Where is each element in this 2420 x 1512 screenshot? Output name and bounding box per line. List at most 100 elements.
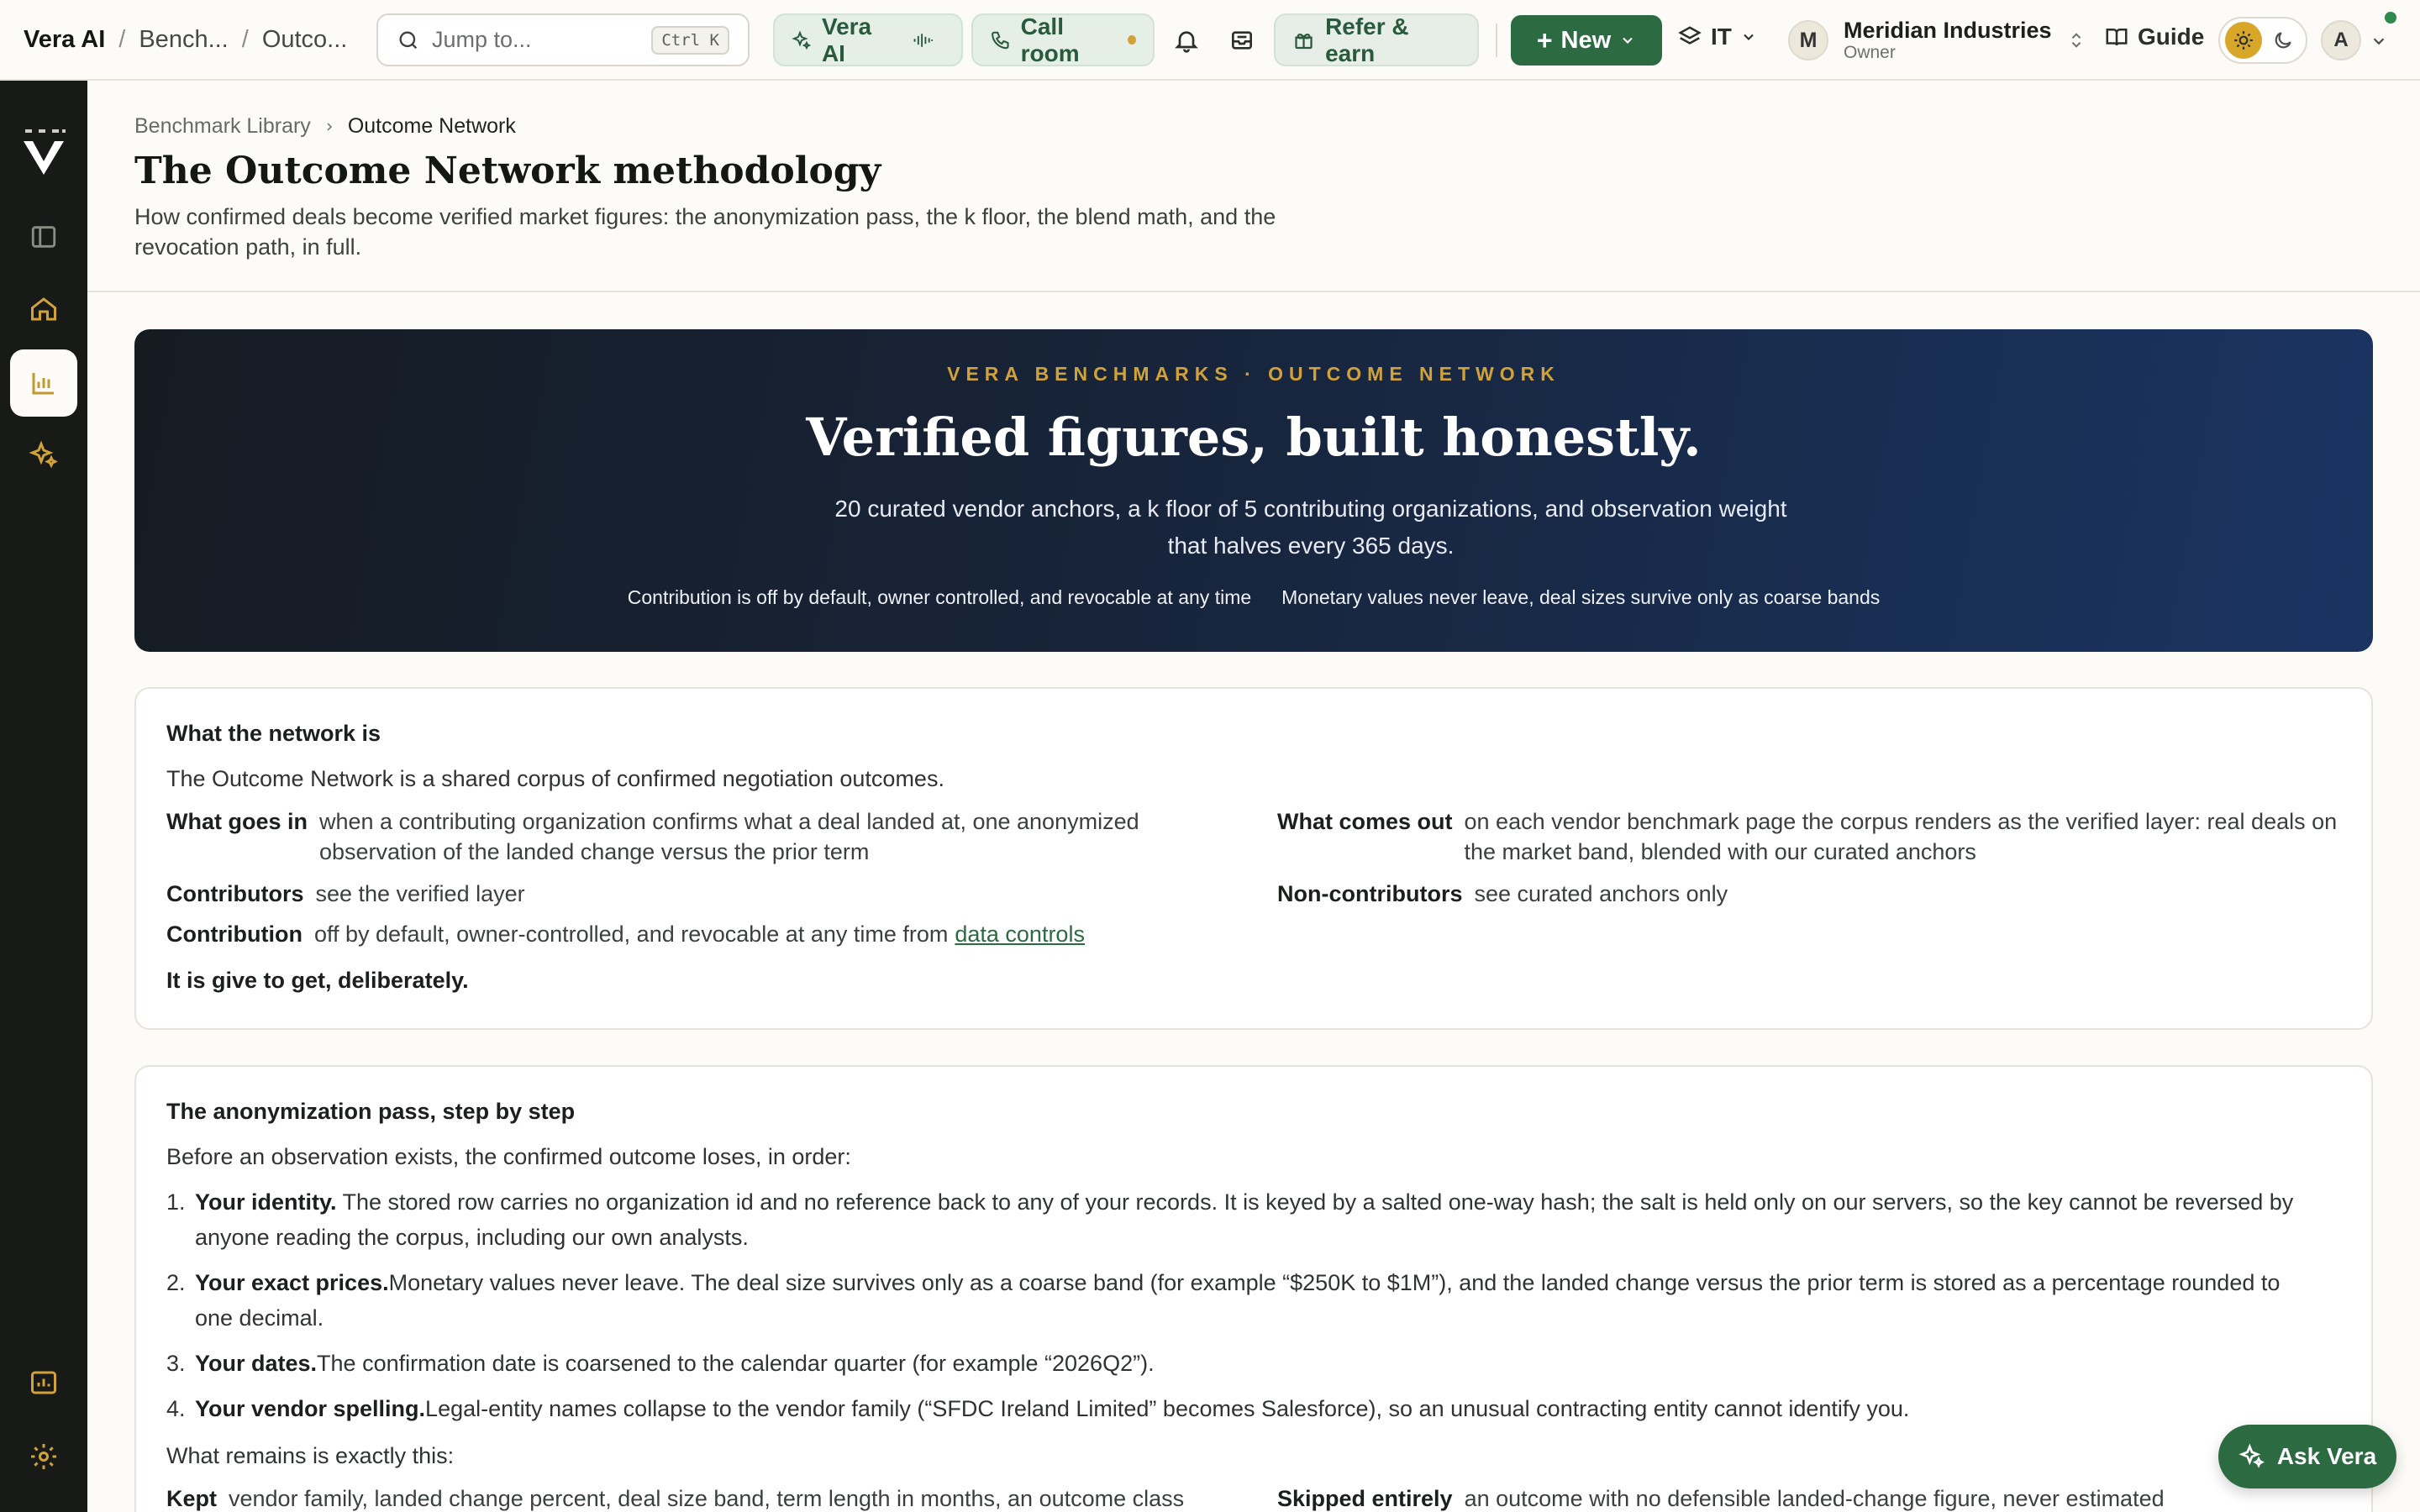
- vera-logo-icon[interactable]: [10, 121, 77, 188]
- moon-icon[interactable]: [2272, 29, 2294, 51]
- card-intro: Before an observation exists, the confir…: [166, 1144, 851, 1169]
- sidebar-toggle-icon[interactable]: [10, 203, 77, 270]
- kv-key: What comes out: [1277, 809, 1453, 834]
- voice-wave-icon[interactable]: [913, 29, 934, 52]
- ask-vera-label: Ask Vera: [2276, 1443, 2377, 1469]
- org-role: Owner: [1844, 43, 1896, 62]
- crumb-benchmark[interactable]: Bench...: [139, 26, 228, 54]
- sparkle-icon: [2238, 1443, 2265, 1468]
- network-card: What the network is The Outcome Network …: [134, 687, 2373, 1030]
- page-header: Benchmark Library Outcome Network The Ou…: [87, 81, 2420, 292]
- kept-row: Kept vendor family, landed change percen…: [166, 1483, 1250, 1512]
- vera-ai-button[interactable]: Vera AI: [773, 13, 963, 66]
- chevron-down-icon: [1744, 34, 1754, 40]
- skipped-row: Skipped entirely an outcome with no defe…: [1277, 1483, 2344, 1512]
- crumb-separator: /: [118, 25, 126, 53]
- crumb-outcome[interactable]: Outco...: [262, 26, 348, 54]
- sidebar-item-benchmarks[interactable]: [10, 349, 77, 417]
- step-text: The stored row carries no organization i…: [195, 1189, 2294, 1250]
- app-breadcrumb: Vera AI / Bench... / Outco...: [24, 26, 347, 54]
- hero-headline: Verified figures, built honestly.: [806, 407, 1702, 468]
- inbox-button[interactable]: [1225, 24, 1259, 57]
- org-switcher[interactable]: M Meridian Industries Owner: [1788, 13, 2086, 67]
- step-title: Your dates.: [195, 1351, 318, 1376]
- hero-note: Contribution is off by default, owner co…: [627, 586, 1252, 608]
- online-status-dot: [2385, 12, 2396, 24]
- org-name: Meridian Industries: [1844, 18, 2052, 43]
- step-number: 2.: [166, 1270, 186, 1295]
- refer-earn-label: Refer & earn: [1325, 13, 1409, 66]
- step-text: Monetary values never leave. The deal si…: [195, 1270, 2281, 1331]
- kv-key: What goes in: [166, 809, 308, 834]
- vera-ai-label: Vera AI: [821, 13, 872, 66]
- kv-value: see the verified layer: [315, 881, 525, 906]
- gear-icon: [31, 1444, 56, 1469]
- anonymization-card: The anonymization pass, step by step Bef…: [134, 1065, 2373, 1512]
- sun-icon[interactable]: [2225, 22, 2262, 59]
- bar-chart-icon: [32, 373, 54, 395]
- new-button[interactable]: + New: [1511, 15, 1662, 66]
- guide-button[interactable]: Guide: [2104, 24, 2204, 50]
- ask-vera-button[interactable]: Ask Vera: [2218, 1425, 2396, 1488]
- breadcrumb-current: Outcome Network: [347, 114, 516, 138]
- kv-value: off by default, owner-controlled, and re…: [313, 921, 949, 947]
- data-controls-link[interactable]: data controls: [955, 919, 1085, 949]
- step-number: 4.: [166, 1396, 186, 1421]
- breadcrumb-parent[interactable]: Benchmark Library: [134, 114, 311, 139]
- breadcrumb: Benchmark Library Outcome Network: [134, 114, 516, 139]
- workspace-switcher[interactable]: IT: [1677, 24, 1757, 50]
- kv-value: an outcome with no defensible landed-cha…: [1464, 1486, 2165, 1511]
- card-heading: What the network is: [166, 721, 381, 746]
- sidebar-item-settings[interactable]: [10, 1423, 77, 1490]
- toolbar-divider: [1496, 24, 1497, 57]
- chevron-down-icon[interactable]: [2370, 32, 2388, 50]
- layers-icon: [1678, 26, 1702, 45]
- call-room-button[interactable]: Call room: [971, 13, 1155, 66]
- search-shortcut: Ctrl K: [651, 25, 729, 55]
- sidebar: [0, 81, 87, 1512]
- step-title: Your vendor spelling.: [195, 1396, 426, 1421]
- hero-description: 20 curated vendor anchors, a k floor of …: [834, 496, 1787, 559]
- contributors-row: Contributors see the verified layer: [166, 879, 525, 909]
- jump-search[interactable]: Jump to... Ctrl K: [376, 13, 750, 66]
- page-title: The Outcome Network methodology: [134, 150, 881, 192]
- sparkle-icon: [29, 440, 58, 469]
- sidebar-item-ai[interactable]: [10, 422, 77, 489]
- kv-key: Contribution: [166, 921, 302, 947]
- card-closing: It is give to get, deliberately.: [166, 968, 469, 993]
- hero-eyebrow: VERA BENCHMARKS · OUTCOME NETWORK: [947, 363, 1560, 385]
- org-avatar: M: [1788, 20, 1828, 60]
- goes-in-row: What goes in when a contributing organiz…: [166, 806, 1242, 867]
- home-icon: [31, 297, 56, 321]
- kv-value: see curated anchors only: [1474, 881, 1728, 906]
- step-title: Your exact prices.: [195, 1270, 389, 1295]
- hero-notes: Contribution is off by default, owner co…: [134, 586, 2373, 609]
- list-item: 4. Your vendor spelling.Legal-entity nam…: [166, 1391, 2317, 1426]
- kv-key: Contributors: [166, 881, 304, 906]
- list-item: 1. Your identity. The stored row carries…: [166, 1184, 2317, 1255]
- step-title: Your identity.: [195, 1189, 337, 1215]
- chevron-updown-icon: [2071, 33, 2081, 48]
- page-subtitle: How confirmed deals become verified mark…: [134, 204, 1276, 260]
- chevron-right-icon: [327, 122, 332, 131]
- book-icon: [2106, 29, 2128, 46]
- card-heading: The anonymization pass, step by step: [166, 1099, 576, 1124]
- kv-key: Skipped entirely: [1277, 1486, 1453, 1511]
- sidebar-item-home[interactable]: [10, 276, 77, 343]
- app-name[interactable]: Vera AI: [24, 26, 105, 54]
- list-item: 3. Your dates.The confirmation date is c…: [166, 1346, 2317, 1381]
- inbox-icon: [1232, 31, 1252, 50]
- notifications-button[interactable]: [1170, 24, 1203, 57]
- call-status-dot: [1128, 35, 1136, 45]
- kv-value: when a contributing organization confirm…: [319, 809, 1139, 864]
- theme-toggle[interactable]: [2218, 17, 2307, 64]
- sidebar-item-reports[interactable]: [10, 1349, 77, 1416]
- sparkle-icon: [792, 29, 812, 50]
- new-label: New: [1560, 26, 1612, 54]
- anonymization-steps: 1. Your identity. The stored row carries…: [166, 1184, 2317, 1436]
- workspace-label: IT: [1711, 24, 1732, 50]
- step-text: Legal-entity names collapse to the vendo…: [425, 1396, 1910, 1421]
- refer-earn-button[interactable]: Refer & earn: [1274, 13, 1479, 66]
- kv-key: Non-contributors: [1277, 881, 1463, 906]
- user-avatar[interactable]: A: [2321, 20, 2361, 60]
